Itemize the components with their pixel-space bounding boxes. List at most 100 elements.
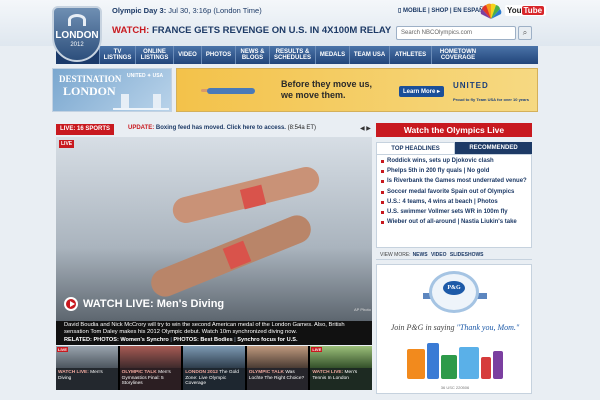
update-arrows[interactable]: ◀ ▶ <box>360 125 371 132</box>
products-image <box>407 339 503 379</box>
swimmer-image <box>207 88 255 94</box>
thumb-item[interactable]: LIVE WATCH LIVE: Men's Tennis In London <box>310 346 372 390</box>
headline-item[interactable]: Is Riverbank the Games most underrated v… <box>381 178 527 185</box>
thumb-label: OLYMPIC TALK Men's Gymnastics Final: 5 S… <box>122 370 180 387</box>
nav-photos[interactable]: PHOTOS <box>202 46 236 64</box>
update-label: UPDATE: <box>128 125 155 131</box>
nav-online-listings[interactable]: ONLINE LISTINGS <box>136 46 174 64</box>
hero-watch-live[interactable]: WATCH LIVE: Men's Diving <box>64 297 224 311</box>
pg-logo: P&G <box>443 281 465 295</box>
tab-top-headlines[interactable]: TOP HEADLINES <box>376 142 455 154</box>
nav-team-usa[interactable]: TEAM USA <box>350 46 390 64</box>
ad-tagline-1: Before they move us, <box>281 79 373 89</box>
nav-news-blogs[interactable]: NEWS & BLOGS <box>236 46 270 64</box>
promo-sponsor: UNITED ✦ USA <box>127 73 164 79</box>
logo-text: LONDON <box>55 30 99 41</box>
united-airlines-ad[interactable]: Before they move us, we move them. Learn … <box>176 68 538 112</box>
search-icon[interactable]: ⌕ <box>518 26 532 40</box>
search-input[interactable]: Search NBCOlympics.com <box>396 26 516 40</box>
youtube-link[interactable]: You Tube <box>505 5 547 16</box>
thumb-item[interactable]: LONDON 2012 The Gold Zone: Live Olympic … <box>183 346 245 390</box>
crown-icon <box>68 14 86 26</box>
ad-tagline: Before they move us, we move them. <box>281 79 372 102</box>
thumb-label-pre: OLYMPIC TALK <box>248 370 284 375</box>
thumb-live-tag: LIVE <box>57 347 68 352</box>
thumb-label-pre: WATCH LIVE: <box>58 370 89 375</box>
headline-list: Roddick wins, sets up Djokovic clash Phe… <box>376 154 532 248</box>
youtube-you: You <box>507 6 522 15</box>
video-thumbnails: LIVE WATCH LIVE: Men's Diving OLYMPIC TA… <box>56 346 372 390</box>
site-header: LONDON 2012 Olympic Day 3: Jul 30, 3:16p… <box>0 0 600 62</box>
live-sports-badge[interactable]: LIVE: 16 SPORTS <box>56 124 115 135</box>
shop-link[interactable]: SHOP <box>431 8 448 14</box>
related-link-1[interactable]: PHOTOS: Women's Synchro <box>93 337 168 343</box>
photo-credit: AP Photo <box>354 307 371 312</box>
main-nav: SELECT ▾ A SPORT TV LISTINGS ONLINE LIST… <box>56 46 538 64</box>
thumb-label-pre: WATCH LIVE: <box>312 370 344 375</box>
tower-bridge-icon <box>113 94 169 110</box>
related-label: RELATED: <box>64 337 92 343</box>
logo-year: 2012 <box>70 42 84 48</box>
ad-code: 36 USC 220506 <box>440 385 470 390</box>
thumb-label: WATCH LIVE: Men's Diving <box>58 370 116 381</box>
learn-more-button[interactable]: Learn More ▸ <box>399 86 445 97</box>
update-link[interactable]: Boxing feed has moved. Click here to acc… <box>156 125 286 131</box>
headline-item[interactable]: Wieber out of all-around | Nastia Liukin… <box>381 219 527 226</box>
related-link-2[interactable]: PHOTOS: Best Bodies <box>173 337 232 343</box>
ad-text: Join P&G in saying "Thank you, Mom." <box>377 323 533 332</box>
tab-recommended[interactable]: RECOMMENDED <box>455 142 532 154</box>
product-tide <box>407 349 425 379</box>
watch-olympics-live-button[interactable]: Watch the Olympics Live <box>376 123 532 137</box>
product-pack <box>493 351 503 379</box>
related-link-3[interactable]: Synchro focus for U.S. <box>237 337 297 343</box>
play-icon[interactable] <box>64 297 78 311</box>
london-2012-logo[interactable]: LONDON 2012 <box>50 4 104 64</box>
promo-line2: LONDON <box>63 84 116 98</box>
nav-tv-listings[interactable]: TV LISTINGS <box>100 46 136 64</box>
thumb-item[interactable]: OLYMPIC TALK Men's Gymnastics Final: 5 S… <box>119 346 182 390</box>
headline-item[interactable]: Soccer medal favorite Spain out of Olymp… <box>381 189 527 196</box>
hero-image[interactable]: LIVE AP Photo WATCH LIVE: Men's Diving <box>56 137 372 321</box>
watch-text: FRANCE GETS REVENGE ON U.S. IN 4X100M RE… <box>151 25 392 36</box>
headline-item[interactable]: Roddick wins, sets up Djokovic clash <box>381 158 527 165</box>
view-more-slideshows[interactable]: SLIDESHOWS <box>450 252 484 258</box>
thumb-image <box>246 346 309 368</box>
watch-label: WATCH: <box>112 25 150 36</box>
thumb-label: LONDON 2012 The Gold Zone: Live Olympic … <box>185 370 243 387</box>
update-time: (8:54a ET) <box>287 125 316 131</box>
thumb-label: OLYMPIC TALK Was Lochte The Right Choice… <box>249 370 307 381</box>
ad-tagline-2: we move them. <box>281 90 346 101</box>
nav-hometown-coverage[interactable]: HOMETOWN COVERAGE <box>432 46 484 64</box>
nav-medals[interactable]: MEDALS <box>316 46 350 64</box>
mobile-link[interactable]: MOBILE <box>403 8 426 14</box>
watch-headline[interactable]: WATCH: FRANCE GETS REVENGE ON U.S. IN 4X… <box>112 25 391 36</box>
nbc-peacock-icon[interactable] <box>480 3 502 21</box>
ad-text-quote: "Thank you, Mom." <box>456 323 520 332</box>
headline-item[interactable]: U.S.: 4 teams, 4 wins at beach | Photos <box>381 199 527 206</box>
headline-tabs: TOP HEADLINES RECOMMENDED <box>376 142 532 154</box>
thumb-live-tag: LIVE <box>311 347 323 352</box>
promo-line1: DESTINATION <box>59 74 122 84</box>
youtube-tube: Tube <box>521 6 545 15</box>
thumb-item[interactable]: OLYMPIC TALK Was Lochte The Right Choice… <box>246 346 309 390</box>
mobile-icon: ▯ <box>398 8 402 14</box>
thumb-image <box>119 346 182 368</box>
nav-results-schedules[interactable]: RESULTS & SCHEDULES <box>270 46 316 64</box>
olympic-day-line: Olympic Day 3: Jul 30, 3:16p (London Tim… <box>112 6 262 15</box>
product-bottle <box>427 343 439 379</box>
view-more-label: VIEW MORE: <box>380 252 411 258</box>
thumb-label: WATCH LIVE: Men's Tennis In London <box>312 370 370 381</box>
thumb-item[interactable]: LIVE WATCH LIVE: Men's Diving <box>56 346 118 390</box>
related-links: RELATED: PHOTOS: Women's Synchro | PHOTO… <box>56 336 372 345</box>
hero-title: WATCH LIVE: Men's Diving <box>83 298 225 310</box>
view-more-news[interactable]: NEWS <box>413 252 428 258</box>
nav-athletes[interactable]: ATHLETES <box>390 46 432 64</box>
headline-item[interactable]: U.S. swimmer Vollmer sets WR in 100m fly <box>381 209 527 216</box>
headline-item[interactable]: Phelps 5th in 200 fly quals | No gold <box>381 168 527 175</box>
view-more: VIEW MORE: NEWS VIDEO SLIDESHOWS <box>376 250 532 260</box>
pg-ad[interactable]: P&G Join P&G in saying "Thank you, Mom."… <box>376 264 532 394</box>
destination-london-promo[interactable]: DESTINATION LONDON UNITED ✦ USA <box>52 68 172 112</box>
hero-live-tag: LIVE <box>59 140 75 148</box>
nav-video[interactable]: VIDEO <box>174 46 202 64</box>
view-more-video[interactable]: VIDEO <box>431 252 447 258</box>
